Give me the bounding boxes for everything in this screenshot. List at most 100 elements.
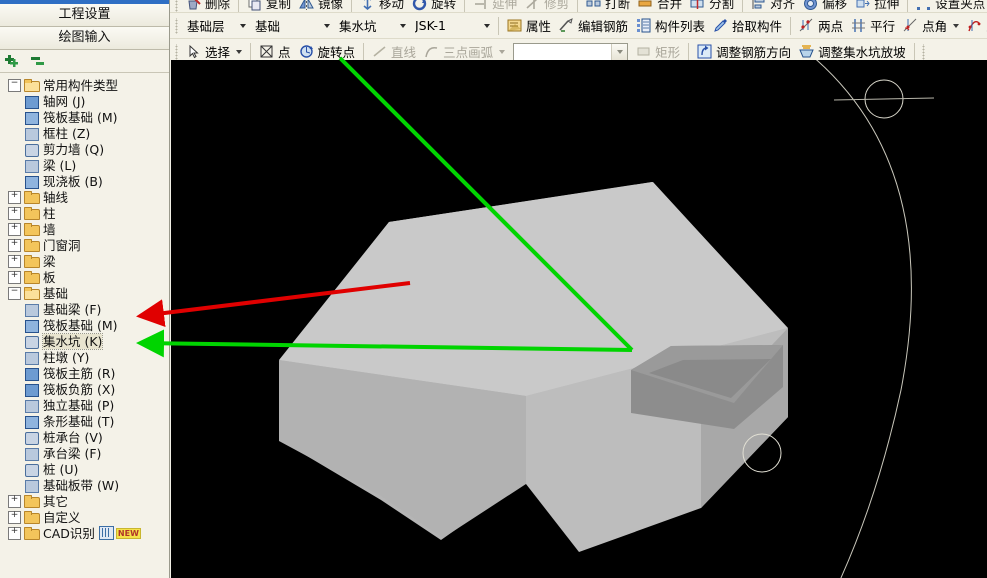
break-button[interactable]: 打断 [582,0,634,12]
expander-icon[interactable]: − [8,286,21,300]
tree-item-strip-foundation[interactable]: 条形基础 (T) [0,413,169,429]
expander-icon[interactable]: + [8,190,21,204]
rectangle-tool-button[interactable]: 矩形 [632,41,684,60]
adjust-pit-slope-button[interactable]: 调整集水坑放坡 [795,41,910,60]
expander-icon[interactable]: + [8,494,21,508]
tree-group-columns[interactable]: + 柱 [0,205,169,221]
trim-button[interactable]: 修剪 [521,0,573,12]
tree-item-beam-common[interactable]: 梁 (L) [0,157,169,173]
tree-item-shear-wall[interactable]: 剪力墙 (Q) [0,141,169,157]
tree-group-door-window-opening[interactable]: + 门窗洞 [0,237,169,253]
align-button[interactable]: 对齐 [747,0,799,12]
raft-main-rebar-icon [24,367,39,381]
tree-item-water-pit[interactable]: 集水坑 (K) [0,332,169,350]
three-point-arc-tool-button[interactable]: 三点画弧 [420,41,509,60]
split-icon [690,0,706,12]
drawing-input-button[interactable]: 绘图输入 [0,27,169,50]
offset-button[interactable]: 偏移 [799,0,851,12]
raft-foundation-icon [24,111,39,125]
tree-group-custom[interactable]: + 自定义 [0,509,169,525]
tree-group-common-types[interactable]: − 常用构件类型 [0,77,169,93]
component-type-select[interactable]: 集水坑 [334,17,410,35]
mirror-button[interactable]: 镜像 [295,0,347,12]
component-name-select[interactable]: JSK-1 [410,17,494,35]
chevron-down-icon[interactable] [236,49,243,54]
expander-icon[interactable]: + [8,206,21,220]
expander-icon[interactable]: + [8,510,21,524]
floor-select[interactable]: 基础层 [182,17,250,35]
folder-icon [24,239,40,252]
stretch-button[interactable]: 拉伸 [851,0,903,12]
toolbar-grip[interactable] [175,0,179,12]
tree-group-slabs[interactable]: + 板 [0,269,169,285]
category-select[interactable]: 基础 [250,17,334,35]
project-settings-button[interactable]: 工程设置 [0,4,169,27]
tree-item-raft-negative-rebar[interactable]: 筏板负筋 (X) [0,381,169,397]
tree-group-axis-lines[interactable]: + 轴线 [0,189,169,205]
tree-item-axis-net[interactable]: 轴网 (J) [0,93,169,109]
tree-item-isolated-foundation[interactable]: 独立基础 (P) [0,397,169,413]
add-icon[interactable] [4,53,22,69]
delete-button[interactable]: 删除 [182,0,234,12]
grip-point-button[interactable]: 设置夹点 [912,0,987,12]
select-tool-button[interactable]: 选择 [182,41,246,60]
properties-button[interactable]: 属性 [503,15,555,36]
draw-mode-select[interactable] [513,42,629,60]
expander-icon[interactable]: + [8,526,21,540]
two-point-axis-button[interactable]: 两点 [795,15,847,36]
chevron-down-icon[interactable] [611,43,628,60]
parallel-axis-button[interactable]: 平行 [847,15,899,36]
tree-item-column-pier[interactable]: 柱墩 (Y) [0,349,169,365]
chevron-down-icon[interactable] [235,18,250,34]
tree-group-beams[interactable]: + 梁 [0,253,169,269]
split-button[interactable]: 分割 [686,0,738,12]
toolbar-grip[interactable] [921,43,926,60]
three-point-axis-button[interactable]: 三点辅轴 [963,15,987,36]
pick-component-button[interactable]: 拾取构件 [709,15,786,36]
tree-group-foundation[interactable]: − 基础 [0,285,169,301]
chevron-down-icon[interactable] [953,23,960,28]
point-angle-axis-button[interactable]: 点角 [899,15,963,36]
tree-item-cast-slab[interactable]: 现浇板 (B) [0,173,169,189]
expander-icon[interactable]: − [8,78,21,92]
tree-item-label: 剪力墙 (Q) [43,141,105,157]
line-tool-button[interactable]: 直线 [368,41,420,60]
adjust-rebar-direction-button[interactable]: 调整钢筋方向 [693,41,795,60]
chevron-down-icon[interactable] [319,18,334,34]
edit-rebar-button[interactable]: 编辑钢筋 [555,15,632,36]
copy-button[interactable]: 复制 [243,0,295,12]
trim-icon [525,0,541,12]
move-button[interactable]: 移动 [356,0,408,12]
expander-icon[interactable]: + [8,238,21,252]
tree-group-walls[interactable]: + 墙 [0,221,169,237]
rotate-button[interactable]: 旋转 [408,0,460,12]
component-list-button[interactable]: 构件列表 [632,15,709,36]
toolbar-grip[interactable] [175,17,179,34]
expander-icon[interactable]: + [8,270,21,284]
tree-group-others[interactable]: + 其它 [0,493,169,509]
tree-item-pile[interactable]: 桩 (U) [0,461,169,477]
tree-item-pile-cap[interactable]: 桩承台 (V) [0,429,169,445]
extend-button[interactable]: 延伸 [469,0,521,12]
tree-item-foundation-beam[interactable]: 基础梁 (F) [0,301,169,317]
tree-item-frame-column[interactable]: 框柱 (Z) [0,125,169,141]
tree-item-foundation-slab-band[interactable]: 基础板带 (W) [0,477,169,493]
chevron-down-icon[interactable] [499,49,506,54]
expander-icon[interactable]: + [8,254,21,268]
expander-icon[interactable]: + [8,222,21,236]
tree-item-raft-foundation[interactable]: 筏板基础 (M) [0,317,169,333]
toolbar-separator [742,0,744,12]
rotate-point-tool-button[interactable]: 旋转点 [295,41,360,60]
tree-item-raft-foundation-common[interactable]: 筏板基础 (M) [0,109,169,125]
model-viewport[interactable] [171,60,987,578]
toolbar-separator [363,42,365,60]
toolbar-grip[interactable] [175,43,179,60]
tree-group-cad-recognition[interactable]: + CAD识别 NEW [0,525,169,541]
merge-button[interactable]: 合并 [634,0,686,12]
point-tool-button[interactable]: 点 [255,41,295,60]
tree-item-cap-beam[interactable]: 承台梁 (F) [0,445,169,461]
chevron-down-icon[interactable] [479,18,494,34]
tree-item-raft-main-rebar[interactable]: 筏板主筋 (R) [0,365,169,381]
chevron-down-icon[interactable] [395,18,410,34]
remove-icon[interactable] [30,53,48,69]
